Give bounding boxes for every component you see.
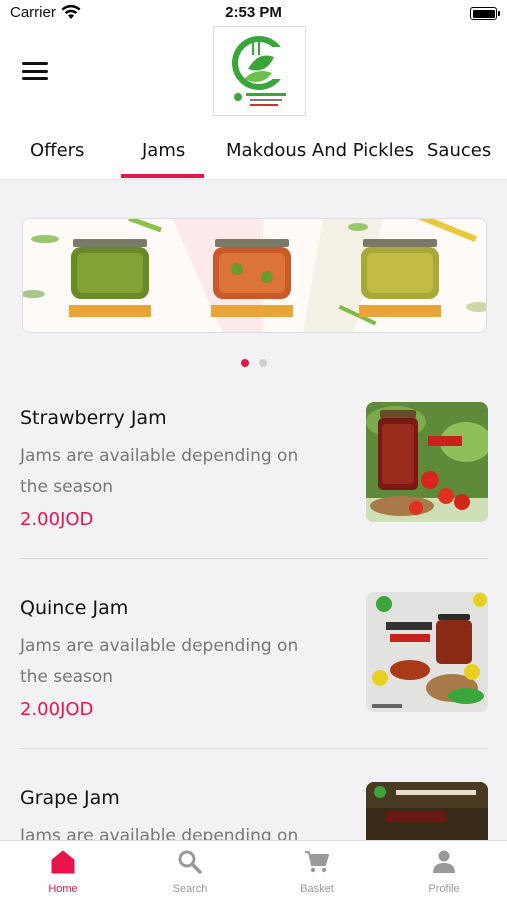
product-name: Grape Jam [20, 787, 120, 809]
divider [20, 748, 488, 749]
active-tab-indicator [121, 174, 204, 178]
divider [20, 558, 488, 559]
product-item-quince-jam[interactable]: Quince Jam Jams are available depending … [20, 592, 488, 753]
carousel-dot-active[interactable] [240, 359, 249, 367]
product-description: Jams are available depending on the seas… [20, 636, 299, 687]
product-image [366, 402, 488, 522]
search-icon [178, 850, 202, 874]
carousel-dot[interactable] [258, 359, 267, 367]
nav-basket-label: Basket [300, 883, 334, 895]
bottom-tab-bar: Home Search Basket Profile [0, 840, 507, 900]
product-item-strawberry-jam[interactable]: Strawberry Jam Jams are available depend… [20, 402, 488, 563]
battery-cap [498, 11, 500, 16]
tab-offers[interactable]: Offers [30, 140, 84, 161]
home-icon [51, 850, 75, 874]
cart-icon [305, 851, 329, 873]
tab-sauces[interactable]: Sauces [427, 140, 491, 161]
clock: 2:53 PM [225, 4, 282, 21]
hamburger-menu-icon[interactable] [22, 62, 48, 82]
battery-icon [470, 7, 497, 20]
profile-icon [433, 850, 455, 873]
store-logo [213, 26, 306, 116]
nav-profile-label: Profile [428, 883, 460, 895]
nav-home-label: Home [48, 883, 78, 895]
promo-banner[interactable] [22, 218, 487, 333]
carousel-pagination [0, 352, 507, 371]
status-bar: Carrier 2:53 PM [0, 0, 507, 26]
tab-jams[interactable]: Jams [142, 140, 185, 161]
nav-search[interactable]: Search [127, 841, 253, 900]
category-tabs: Offers Jams Makdous And Pickles Sauces [0, 116, 507, 180]
nav-profile[interactable]: Profile [381, 841, 507, 900]
product-price: 2.00JOD [20, 699, 94, 720]
tab-makdous-and-pickles[interactable]: Makdous And Pickles [226, 140, 414, 161]
nav-basket[interactable]: Basket [254, 841, 380, 900]
nav-search-label: Search [172, 883, 208, 895]
product-description: Jams are available depending on the seas… [20, 446, 299, 497]
product-name: Quince Jam [20, 597, 129, 619]
app-header [0, 26, 507, 116]
product-image [366, 592, 488, 712]
nav-home[interactable]: Home [0, 841, 126, 900]
product-name: Strawberry Jam [20, 407, 167, 429]
product-price: 2.00JOD [20, 509, 94, 530]
